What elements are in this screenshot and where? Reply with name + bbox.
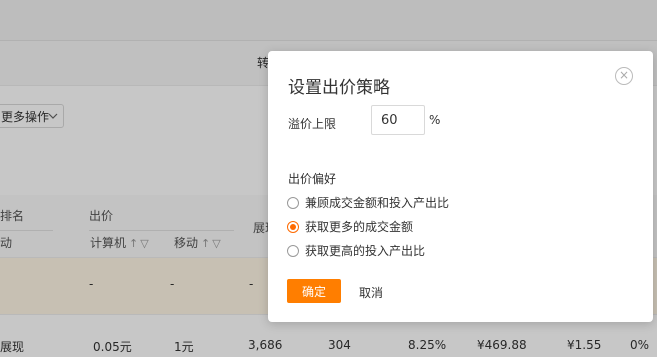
bid-preference-label: 出价偏好 bbox=[288, 172, 337, 186]
radio-option-higher-roi[interactable]: 获取更高的投入产出比 bbox=[287, 242, 425, 259]
radio-icon[interactable] bbox=[287, 244, 299, 257]
percent-unit: % bbox=[429, 113, 441, 127]
radio-label: 兼顾成交金额和投入产出比 bbox=[305, 196, 450, 210]
radio-option-more-gmv[interactable]: 获取更多的成交金额 bbox=[287, 218, 413, 235]
cancel-button[interactable]: 取消 bbox=[359, 284, 383, 301]
radio-icon[interactable] bbox=[287, 196, 299, 209]
radio-label: 获取更多的成交金额 bbox=[305, 220, 414, 234]
premium-limit-label: 溢价上限 bbox=[288, 117, 337, 131]
confirm-button[interactable]: 确定 bbox=[287, 279, 341, 303]
premium-limit-input[interactable] bbox=[371, 105, 425, 135]
dialog-title: 设置出价策略 bbox=[288, 78, 390, 98]
radio-checked-icon[interactable] bbox=[287, 220, 299, 233]
bid-strategy-dialog: 设置出价策略 × 溢价上限 % 出价偏好 兼顾成交金额和投入产出比 获取更多的成… bbox=[268, 51, 653, 322]
radio-option-balance[interactable]: 兼顾成交金额和投入产出比 bbox=[287, 194, 449, 211]
radio-label: 获取更高的投入产出比 bbox=[305, 244, 426, 258]
close-icon[interactable]: × bbox=[615, 67, 633, 85]
